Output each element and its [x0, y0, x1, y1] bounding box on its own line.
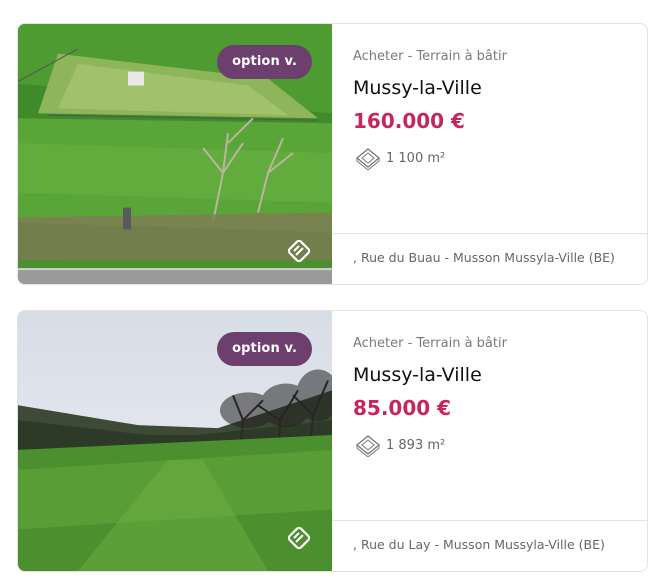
listing-address: , Rue du Lay - Musson Mussyla-Ville (BE) [353, 537, 605, 552]
listing-photo[interactable]: option v. [18, 24, 332, 284]
virtual-tour-icon[interactable] [286, 525, 312, 551]
listing-card[interactable]: option v. Acheter - Terrain à bâtir Muss… [17, 23, 648, 285]
option-badge: option v. [217, 45, 312, 79]
listing-area: 1 100 m² [353, 146, 445, 170]
listing-address: , Rue du Buau - Musson Mussyla-Ville (BE… [353, 250, 615, 265]
listing-area: 1 893 m² [353, 433, 445, 457]
divider [332, 233, 647, 234]
listing-photo[interactable]: option v. [18, 311, 332, 571]
area-value: 1 100 m² [386, 150, 446, 166]
option-badge: option v. [217, 332, 312, 366]
virtual-tour-icon[interactable] [286, 238, 312, 264]
listing-price: 85.000 € [353, 396, 452, 420]
land-area-icon [355, 148, 381, 170]
listing-info: Acheter - Terrain à bâtir Mussy-la-Ville… [332, 24, 647, 284]
listing-city[interactable]: Mussy-la-Ville [353, 77, 482, 99]
listing-info: Acheter - Terrain à bâtir Mussy-la-Ville… [332, 311, 647, 571]
listing-type: Acheter - Terrain à bâtir [353, 336, 507, 351]
area-value: 1 893 m² [386, 437, 446, 453]
listing-card[interactable]: option v. Acheter - Terrain à bâtir Muss… [17, 310, 648, 572]
listing-city[interactable]: Mussy-la-Ville [353, 364, 482, 386]
listing-price: 160.000 € [353, 109, 465, 133]
listing-type: Acheter - Terrain à bâtir [353, 49, 507, 64]
land-area-icon [355, 435, 381, 457]
divider [332, 520, 647, 521]
